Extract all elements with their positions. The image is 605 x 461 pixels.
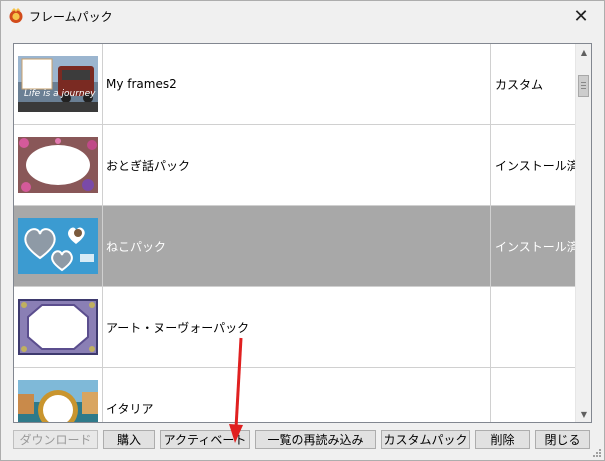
window-title: フレームパック — [29, 10, 113, 24]
frame-pack-list[interactable]: Life is a journey My frames2 カスタム おとぎ話パッ… — [13, 43, 592, 423]
pack-name: ねこパック — [103, 206, 491, 286]
frame-thumbnail — [18, 380, 98, 422]
close-button[interactable]: 閉じる — [535, 430, 590, 449]
frame-thumbnail: Life is a journey — [18, 56, 98, 112]
title-bar[interactable]: フレームパック ✕ — [1, 1, 604, 32]
list-item[interactable]: イタリア — [14, 368, 575, 422]
button-bar: ダウンロード 購入 アクティベート 一覧の再読み込み カスタムパック 削除 閉じ… — [1, 430, 605, 450]
pack-name: おとぎ話パック — [103, 125, 491, 205]
resize-grip-icon[interactable] — [593, 449, 601, 457]
pack-status — [492, 287, 575, 367]
pack-name: イタリア — [103, 368, 491, 422]
vertical-scrollbar[interactable]: ▲ ▼ — [575, 44, 591, 422]
thumbnail-cell: Life is a journey — [14, 44, 103, 124]
activate-button[interactable]: アクティベート — [160, 430, 250, 449]
reload-list-button[interactable]: 一覧の再読み込み — [255, 430, 376, 449]
pack-name: My frames2 — [103, 44, 491, 124]
frame-thumbnail — [18, 299, 98, 355]
scroll-up-arrow-icon[interactable]: ▲ — [576, 44, 591, 60]
scroll-down-arrow-icon[interactable]: ▼ — [576, 406, 591, 422]
frame-pack-window: フレームパック ✕ Life is a journey My frames2 カ… — [0, 0, 605, 461]
thumbnail-cell — [14, 206, 103, 286]
thumbnail-cell — [14, 368, 103, 422]
list-item[interactable]: おとぎ話パック インストール済み — [14, 125, 591, 206]
custom-pack-button[interactable]: カスタムパック — [381, 430, 470, 449]
purchase-button[interactable]: 購入 — [103, 430, 155, 449]
pack-status — [492, 368, 575, 422]
thumbnail-caption: Life is a journey — [24, 89, 96, 99]
thumbnail-cell — [14, 125, 103, 205]
scrollbar-thumb[interactable] — [578, 75, 589, 97]
list-item[interactable]: Life is a journey My frames2 カスタム — [14, 44, 575, 125]
pack-status: カスタム — [495, 77, 544, 92]
download-button[interactable]: ダウンロード — [13, 430, 98, 449]
close-icon[interactable]: ✕ — [558, 1, 604, 32]
frame-pack-app-icon — [9, 8, 23, 23]
pack-status: インストール済み — [495, 239, 591, 254]
pack-name: アート・ヌーヴォーパック — [103, 287, 491, 367]
delete-button[interactable]: 削除 — [475, 430, 530, 449]
frame-thumbnail — [18, 218, 98, 274]
frame-thumbnail — [18, 137, 98, 193]
list-item[interactable]: アート・ヌーヴォーパック — [14, 287, 575, 368]
pack-status: インストール済み — [495, 158, 591, 173]
thumbnail-cell — [14, 287, 103, 367]
list-item[interactable]: ねこパック インストール済み — [14, 206, 591, 287]
list-rows: Life is a journey My frames2 カスタム おとぎ話パッ… — [14, 44, 591, 422]
